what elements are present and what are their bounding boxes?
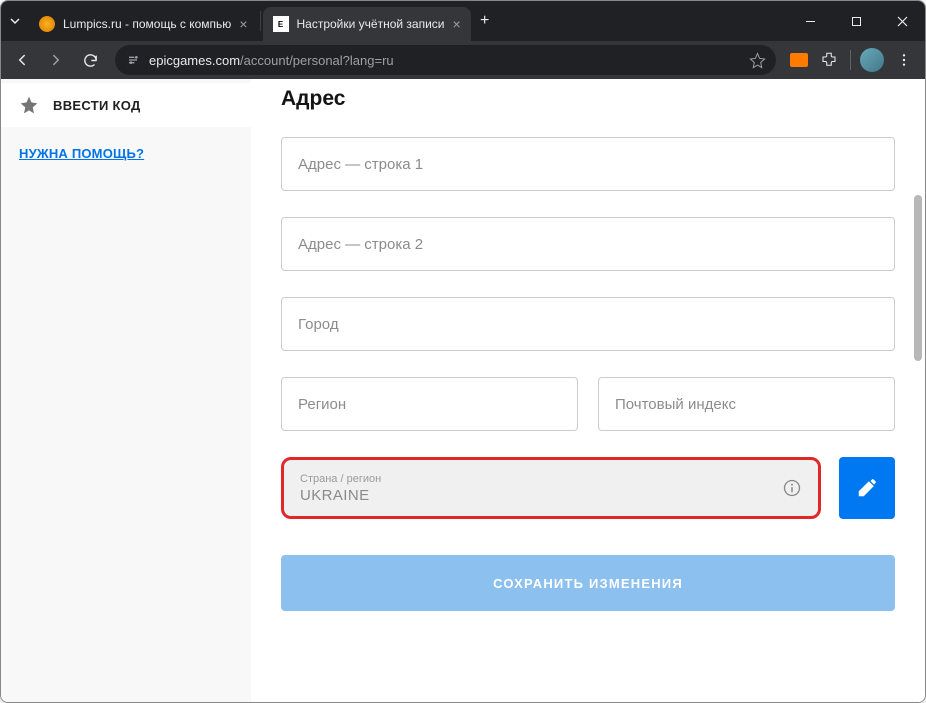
back-button[interactable] bbox=[7, 45, 37, 75]
browser-window: Lumpics.ru - помощь с компью × E Настрой… bbox=[0, 0, 926, 703]
tab-epic-settings[interactable]: E Настройки учётной записи × bbox=[263, 7, 471, 41]
favicon-lumpics bbox=[39, 16, 55, 32]
star-icon[interactable] bbox=[749, 52, 766, 69]
help-link[interactable]: НУЖНА ПОМОЩЬ? bbox=[1, 127, 251, 181]
menu-button[interactable] bbox=[889, 45, 919, 75]
profile-avatar[interactable] bbox=[859, 47, 885, 73]
address-line1-input[interactable]: Адрес — строка 1 bbox=[281, 137, 895, 191]
country-value: UKRAINE bbox=[300, 487, 802, 504]
extensions-button[interactable] bbox=[816, 47, 842, 73]
city-input[interactable]: Город bbox=[281, 297, 895, 351]
close-window-button[interactable] bbox=[879, 1, 925, 41]
forward-button[interactable] bbox=[41, 45, 71, 75]
tab-search-button[interactable] bbox=[1, 1, 29, 41]
star-icon bbox=[19, 95, 39, 115]
maximize-button[interactable] bbox=[833, 1, 879, 41]
titlebar: Lumpics.ru - помощь с компью × E Настрой… bbox=[1, 1, 925, 41]
window-controls bbox=[787, 1, 925, 41]
address-line2-input[interactable]: Адрес — строка 2 bbox=[281, 217, 895, 271]
save-changes-button[interactable]: СОХРАНИТЬ ИЗМЕНЕНИЯ bbox=[281, 555, 895, 611]
minimize-button[interactable] bbox=[787, 1, 833, 41]
main-panel: Адрес Адрес — строка 1 Адрес — строка 2 … bbox=[251, 79, 925, 702]
site-settings-icon[interactable] bbox=[125, 52, 141, 68]
close-icon[interactable]: × bbox=[239, 16, 247, 32]
section-title: Адрес bbox=[281, 87, 895, 111]
close-icon[interactable]: × bbox=[453, 16, 461, 32]
tab-title: Lumpics.ru - помощь с компью bbox=[63, 17, 231, 31]
sidebar-item-enter-code[interactable]: ВВЕСТИ КОД bbox=[1, 83, 251, 127]
reload-button[interactable] bbox=[75, 45, 105, 75]
tab-title: Настройки учётной записи bbox=[297, 17, 445, 31]
page-content: ВВЕСТИ КОД НУЖНА ПОМОЩЬ? Адрес Адрес — с… bbox=[1, 79, 925, 702]
new-tab-button[interactable]: + bbox=[471, 1, 499, 41]
url-text: epicgames.com/account/personal?lang=ru bbox=[149, 53, 741, 68]
favicon-epic: E bbox=[273, 16, 289, 32]
region-input[interactable]: Регион bbox=[281, 377, 578, 431]
country-label: Страна / регион bbox=[300, 473, 802, 485]
extension-icon[interactable] bbox=[786, 47, 812, 73]
sidebar: ВВЕСТИ КОД НУЖНА ПОМОЩЬ? bbox=[1, 79, 251, 702]
toolbar: epicgames.com/account/personal?lang=ru bbox=[1, 41, 925, 79]
sidebar-item-label: ВВЕСТИ КОД bbox=[53, 98, 141, 113]
scrollbar-thumb[interactable] bbox=[914, 195, 922, 361]
edit-country-button[interactable] bbox=[839, 457, 895, 519]
tab-lumpics[interactable]: Lumpics.ru - помощь с компью × bbox=[29, 7, 258, 41]
postal-code-input[interactable]: Почтовый индекс bbox=[598, 377, 895, 431]
address-bar[interactable]: epicgames.com/account/personal?lang=ru bbox=[115, 45, 776, 75]
country-region-field[interactable]: Страна / регион UKRAINE bbox=[281, 457, 821, 519]
info-icon[interactable] bbox=[782, 478, 802, 498]
